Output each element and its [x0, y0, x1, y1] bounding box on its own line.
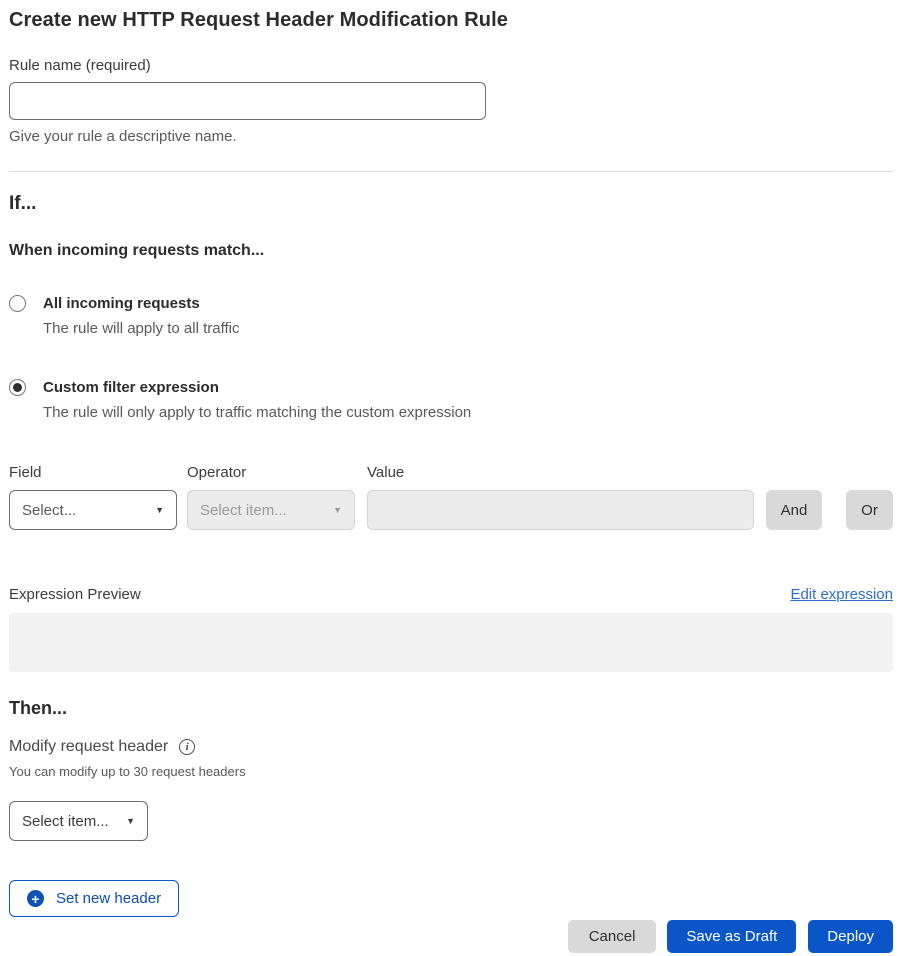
and-button[interactable]: And [766, 490, 822, 530]
save-as-draft-button[interactable]: Save as Draft [667, 920, 796, 953]
field-select-value: Select... [22, 502, 76, 519]
expression-builder-row: Field Select... ▼ Operator Select item..… [9, 464, 893, 530]
set-new-header-label: Set new header [56, 890, 161, 907]
header-item-select[interactable]: Select item... ▼ [9, 801, 148, 841]
rule-name-label: Rule name (required) [9, 57, 893, 74]
radio-option-description: The rule will only apply to traffic matc… [43, 404, 471, 421]
rule-name-input[interactable] [9, 82, 486, 120]
if-heading: If... [9, 193, 893, 215]
plus-icon: + [27, 890, 44, 907]
operator-select[interactable]: Select item... ▼ [187, 490, 355, 530]
radio-button-icon[interactable] [9, 379, 26, 396]
deploy-button[interactable]: Deploy [808, 920, 893, 953]
edit-expression-link[interactable]: Edit expression [790, 586, 893, 603]
section-divider [9, 171, 893, 172]
header-item-select-value: Select item... [22, 813, 109, 830]
operator-label: Operator [187, 464, 355, 481]
info-icon[interactable]: i [179, 739, 195, 755]
set-new-header-button[interactable]: + Set new header [9, 880, 179, 917]
radio-option-all-incoming-requests[interactable]: All incoming requests The rule will appl… [9, 295, 893, 337]
rule-name-group: Rule name (required) Give your rule a de… [9, 57, 893, 145]
chevron-down-icon: ▼ [155, 505, 164, 515]
rule-name-help: Give your rule a descriptive name. [9, 128, 893, 145]
expression-preview-label: Expression Preview [9, 586, 141, 603]
value-label: Value [367, 464, 754, 481]
chevron-down-icon: ▼ [126, 816, 135, 826]
value-input[interactable] [367, 490, 754, 530]
field-label: Field [9, 464, 177, 481]
radio-button-icon[interactable] [9, 295, 26, 312]
cancel-button[interactable]: Cancel [568, 920, 657, 953]
modify-header-row: Modify request header i [9, 738, 893, 756]
chevron-down-icon: ▼ [333, 505, 342, 515]
modify-request-header-label: Modify request header [9, 738, 168, 756]
create-rule-page: Create new HTTP Request Header Modificat… [0, 0, 899, 953]
radio-option-label: All incoming requests [43, 295, 239, 312]
footer-actions: Cancel Save as Draft Deploy [9, 920, 893, 953]
then-heading: Then... [9, 698, 893, 719]
radio-option-description: The rule will apply to all traffic [43, 320, 239, 337]
modify-header-help: You can modify up to 30 request headers [9, 764, 893, 779]
operator-select-value: Select item... [200, 502, 287, 519]
match-subheading: When incoming requests match... [9, 242, 893, 260]
expression-preview-header: Expression Preview Edit expression [9, 586, 893, 603]
radio-option-label: Custom filter expression [43, 379, 471, 396]
field-select[interactable]: Select... ▼ [9, 490, 177, 530]
page-title: Create new HTTP Request Header Modificat… [9, 9, 893, 32]
radio-option-custom-filter-expression[interactable]: Custom filter expression The rule will o… [9, 379, 893, 421]
expression-preview-box [9, 613, 893, 672]
or-button[interactable]: Or [846, 490, 893, 530]
